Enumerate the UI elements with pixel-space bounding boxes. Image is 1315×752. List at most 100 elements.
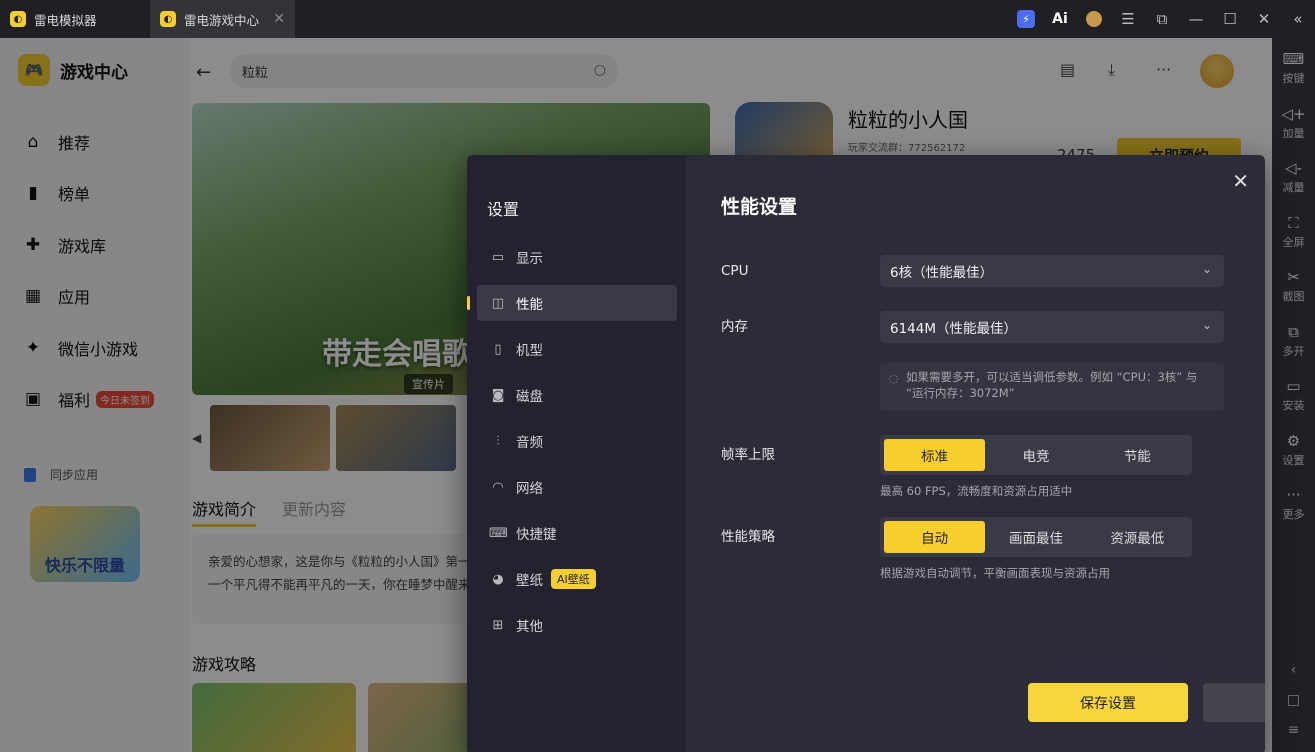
account-avatar-icon[interactable] xyxy=(1086,11,1102,27)
volume-up-icon: ◁+ xyxy=(1281,104,1306,123)
android-recents-icon[interactable]: ≡ xyxy=(1288,722,1300,752)
multi-instance-hint: ◌ 如果需要多开，可以适当调低参数。例如 “CPU：3核” 与 “运行内存：30… xyxy=(880,363,1224,411)
settings-item-network[interactable]: ◠ 网络 xyxy=(477,469,677,505)
settings-item-label: 机型 xyxy=(516,343,543,359)
settings-dialog: 设置 ▭ 显示 ◫ 性能 ▯ 机型 ◙ 磁盘 ⫶ 音频 ◠ 网络 ⌨ 快捷键 ◕ 壁纸 AI壁纸 … xyxy=(467,155,1265,752)
grid-icon: ⊞ xyxy=(492,617,504,633)
settings-item-label: 磁盘 xyxy=(516,389,543,405)
strategy-description: 根据游戏自动调节，平衡画面表现与资源占用 xyxy=(880,566,1110,580)
toolbar-screenshot[interactable]: ✂ 截图 xyxy=(1283,268,1305,323)
settings-title: 设置 xyxy=(487,200,520,219)
toolbar-label: 更多 xyxy=(1282,508,1305,521)
hint-line: “运行内存：3072M” xyxy=(906,386,1015,400)
cpu-select[interactable]: 6核（性能最佳） ⌄ xyxy=(880,255,1224,287)
tab-game-center[interactable]: ◐ 雷电游戏中心 ✕ xyxy=(150,0,295,38)
ai-wallpaper-badge: AI壁纸 xyxy=(551,569,596,589)
close-icon[interactable]: ✕ xyxy=(1232,169,1249,193)
close-tab-icon[interactable]: ✕ xyxy=(273,11,285,27)
restore-window-icon[interactable]: ⧉ xyxy=(1145,10,1179,28)
toolbar-settings[interactable]: ⚙ 设置 xyxy=(1283,432,1305,487)
settings-sidebar: 设置 ▭ 显示 ◫ 性能 ▯ 机型 ◙ 磁盘 ⫶ 音频 ◠ 网络 ⌨ 快捷键 ◕ 壁纸 AI壁纸 … xyxy=(467,155,686,752)
title-bar: ◐ 雷电模拟器 ◐ 雷电游戏中心 ✕ ⚡ Ai ☰ ⧉ — ☐ ✕ « xyxy=(0,0,1315,38)
toolbar-label: 设置 xyxy=(1282,453,1305,467)
fps-option-powersave[interactable]: 节能 xyxy=(1087,439,1188,471)
phone-icon: ▯ xyxy=(494,341,502,357)
strategy-option-quality[interactable]: 画面最佳 xyxy=(985,521,1086,553)
monitor-icon: ▭ xyxy=(491,249,505,265)
tab-emulator[interactable]: ◐ 雷电模拟器 xyxy=(0,0,150,38)
tab-label: 雷电游戏中心 xyxy=(184,12,260,28)
menu-icon[interactable]: ☰ xyxy=(1111,10,1145,28)
settings-item-audio[interactable]: ⫶ 音频 xyxy=(477,423,677,459)
multi-instance-icon: ⧉ xyxy=(1288,322,1299,341)
disk-icon: ◙ xyxy=(491,387,505,403)
settings-item-shortcuts[interactable]: ⌨ 快捷键 xyxy=(477,515,677,551)
volume-down-icon: ◁- xyxy=(1285,159,1302,177)
toolbar-label: 减量 xyxy=(1282,181,1305,194)
fps-option-standard[interactable]: 标准 xyxy=(884,439,986,471)
minimize-icon[interactable]: — xyxy=(1179,10,1213,28)
strategy-label: 性能策略 xyxy=(721,529,775,545)
cancel-button[interactable]: 取消 xyxy=(1203,683,1265,722)
settings-item-label: 音频 xyxy=(516,435,543,451)
boost-icon[interactable]: ⚡ xyxy=(1017,10,1035,28)
keyboard-icon: ⌨ xyxy=(489,525,508,541)
memory-value: 6144M（性能最佳） xyxy=(890,321,1018,337)
memory-label: 内存 xyxy=(721,319,748,335)
toolbar-label: 安装 xyxy=(1282,399,1305,412)
chevron-down-icon: ⌄ xyxy=(1201,318,1212,332)
toolbar-keymap[interactable]: ⌨ 按键 xyxy=(1283,50,1305,105)
settings-item-disk[interactable]: ◙ 磁盘 xyxy=(477,377,677,413)
audio-wave-icon: ⫶ xyxy=(496,433,500,449)
more-icon: ··· xyxy=(1286,486,1301,504)
ai-icon[interactable]: Ai xyxy=(1043,11,1077,27)
settings-item-label: 快捷键 xyxy=(516,527,557,543)
android-back-icon[interactable]: ‹ xyxy=(1291,662,1297,692)
performance-panel: ✕ 性能设置 CPU 6核（性能最佳） ⌄ 内存 6144M（性能最佳） ⌄ ◌… xyxy=(686,155,1265,752)
leidian-logo-icon: ◐ xyxy=(10,11,26,27)
settings-item-performance[interactable]: ◫ 性能 xyxy=(467,285,677,321)
android-home-icon[interactable]: □ xyxy=(1287,692,1300,722)
memory-select[interactable]: 6144M（性能最佳） ⌄ xyxy=(880,311,1224,343)
cpu-label: CPU xyxy=(721,263,749,279)
close-window-icon[interactable]: ✕ xyxy=(1247,10,1281,28)
fps-description: 最高 60 FPS，流畅度和资源占用适中 xyxy=(880,484,1073,498)
strategy-segmented-control: 自动 画面最佳 资源最低 xyxy=(880,517,1192,557)
performance-icon: ◫ xyxy=(491,295,505,311)
toolbar-more[interactable]: ··· 更多 xyxy=(1283,486,1305,541)
chevron-down-icon: ⌄ xyxy=(1201,262,1212,276)
collapse-sidebar-icon[interactable]: « xyxy=(1281,10,1315,28)
fps-option-esports[interactable]: 电竞 xyxy=(985,439,1086,471)
toolbar-label: 多开 xyxy=(1282,344,1305,358)
settings-item-label: 性能 xyxy=(516,297,543,313)
fps-label: 帧率上限 xyxy=(721,447,775,463)
toolbar-label: 全屏 xyxy=(1282,235,1305,249)
strategy-option-auto[interactable]: 自动 xyxy=(884,521,986,553)
game-center-logo-icon: ◐ xyxy=(160,11,176,27)
right-toolbar: ⌨ 按键 ◁+ 加量 ◁- 减量 ⛶ 全屏 ✂ 截图 ⧉ 多开 ▭ 安装 ⚙ 设置 ··· 更多 … xyxy=(1272,38,1315,752)
fullscreen-icon: ⛶ xyxy=(1288,213,1299,232)
settings-item-display[interactable]: ▭ 显示 xyxy=(477,239,677,275)
strategy-option-lowres[interactable]: 资源最低 xyxy=(1087,521,1188,553)
window-controls: ⚡ Ai ☰ ⧉ — ☐ ✕ « xyxy=(1009,0,1315,38)
settings-item-other[interactable]: ⊞ 其他 xyxy=(477,607,677,643)
settings-item-wallpaper[interactable]: ◕ 壁纸 AI壁纸 xyxy=(477,561,677,597)
toolbar-volume-up[interactable]: ◁+ 加量 xyxy=(1281,105,1305,160)
cpu-value: 6核（性能最佳） xyxy=(890,265,994,281)
save-button[interactable]: 保存设置 xyxy=(1028,683,1188,722)
scissors-icon: ✂ xyxy=(1287,268,1300,286)
tab-label: 雷电模拟器 xyxy=(34,12,97,28)
apk-install-icon: ▭ xyxy=(1286,377,1301,395)
settings-item-model[interactable]: ▯ 机型 xyxy=(477,331,677,367)
toolbar-label: 截图 xyxy=(1282,290,1305,303)
fps-segmented-control: 标准 电竞 节能 xyxy=(880,435,1192,475)
settings-item-label: 显示 xyxy=(516,251,543,267)
toolbar-volume-down[interactable]: ◁- 减量 xyxy=(1283,159,1305,214)
settings-item-label: 壁纸 xyxy=(516,573,543,589)
toolbar-multi-instance[interactable]: ⧉ 多开 xyxy=(1283,323,1305,378)
toolbar-install[interactable]: ▭ 安装 xyxy=(1283,377,1305,432)
maximize-icon[interactable]: ☐ xyxy=(1213,10,1247,28)
toolbar-fullscreen[interactable]: ⛶ 全屏 xyxy=(1283,214,1305,269)
hint-line: 如果需要多开，可以适当调低参数。例如 “CPU：3核” 与 xyxy=(906,370,1198,384)
keyboard-icon: ⌨ xyxy=(1282,50,1305,68)
